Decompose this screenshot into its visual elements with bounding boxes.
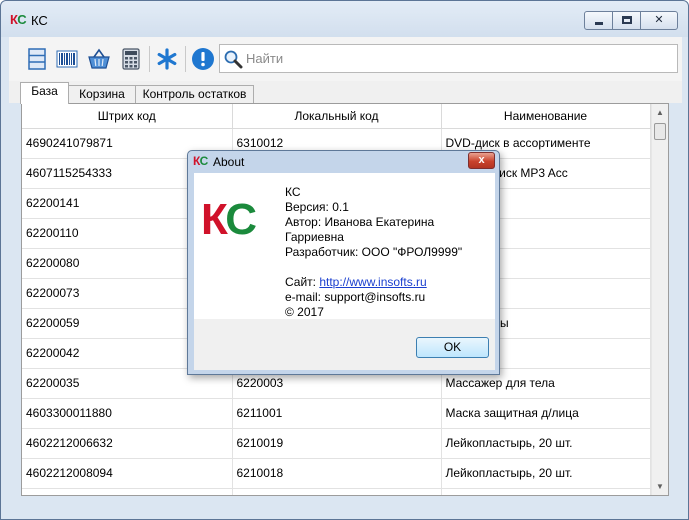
ok-button[interactable]: OK — [416, 337, 489, 358]
calculator-icon[interactable] — [119, 47, 143, 71]
cell-name[interactable]: Лейкопластырь, 20 шт. — [441, 428, 651, 459]
cell-local-code[interactable]: 6210018 — [232, 458, 442, 489]
maximize-icon — [622, 16, 632, 24]
barcode-icon[interactable] — [55, 47, 79, 71]
cell-barcode[interactable]: 4603300011880 — [22, 398, 233, 429]
about-version: Версия: 0.1 — [285, 200, 349, 214]
company-logo: КС — [201, 195, 257, 244]
app-logo-icon: КС — [10, 12, 27, 27]
search-icon — [224, 50, 243, 69]
cell-name[interactable]: Маска защитная д/лица — [441, 398, 651, 429]
cell-barcode[interactable]: 4602212008094 — [22, 458, 233, 489]
about-footer: OK — [194, 319, 495, 370]
title-bar[interactable]: КС КС ✕ — [1, 1, 688, 37]
about-developer: Разработчик: ООО "ФРОЛ9999" — [285, 245, 463, 259]
site-label: Сайт: — [285, 275, 320, 289]
cell-barcode[interactable] — [22, 488, 233, 495]
column-header-name[interactable]: Наименование — [441, 104, 651, 129]
cell-local-code[interactable]: 6210019 — [232, 428, 442, 459]
about-title: About — [213, 155, 245, 169]
close-button[interactable]: ✕ — [640, 11, 678, 30]
about-author: Автор: Иванова Екатерина Гарриевна — [285, 215, 435, 244]
info-icon[interactable] — [191, 47, 215, 71]
tab-baza[interactable]: База — [20, 82, 69, 104]
tab-kontrol-ostatkov[interactable]: Контроль остатков — [135, 85, 254, 104]
column-header-barcode[interactable]: Штрих код — [22, 104, 233, 129]
about-logo-icon: КС — [193, 154, 208, 168]
vertical-scrollbar[interactable]: ▲ ▼ — [651, 104, 668, 495]
cell-local-code[interactable]: 6211001 — [232, 398, 442, 429]
cell-local-code[interactable] — [232, 488, 442, 495]
minimize-icon — [595, 22, 603, 25]
table-layout-icon[interactable] — [25, 47, 49, 71]
table-row[interactable] — [22, 488, 651, 495]
minimize-button[interactable] — [584, 11, 613, 30]
table-row[interactable]: 4602212008094 6210018 Лейкопластырь, 20 шт… — [22, 458, 651, 489]
table-row[interactable]: 4603300011880 6211001 Маска защитная д/лиц… — [22, 398, 651, 429]
tab-korzina[interactable]: Корзина — [68, 85, 136, 104]
about-dialog: КС About x КС КС Версия: 0.1 Автор: Иван… — [187, 150, 500, 375]
cell-barcode[interactable]: 4602212006632 — [22, 428, 233, 459]
window-title: КС — [31, 13, 48, 28]
site-link[interactable]: http://www.insofts.ru — [319, 275, 426, 289]
search-input[interactable] — [246, 45, 666, 72]
about-copyright: © 2017 — [285, 305, 324, 319]
scroll-up-icon[interactable]: ▲ — [652, 104, 668, 121]
about-info: КС Версия: 0.1 Автор: Иванова Екатерина … — [285, 185, 495, 320]
basket-icon[interactable] — [87, 47, 111, 71]
asterisk-icon[interactable] — [155, 47, 179, 71]
scroll-thumb[interactable] — [654, 123, 666, 140]
table-header-row: Штрих код Локальный код Наименование — [22, 104, 651, 129]
table-row[interactable]: 4602212006632 6210019 Лейкопластырь, 20 шт… — [22, 428, 651, 459]
column-header-local-code[interactable]: Локальный код — [232, 104, 442, 129]
toolbar-separator — [149, 46, 150, 72]
close-icon: x — [478, 154, 485, 166]
about-title-bar[interactable]: КС About x — [188, 151, 499, 173]
about-site: Сайт: http://www.insofts.ru — [285, 275, 495, 290]
cell-name[interactable] — [441, 488, 651, 495]
toolbar-separator — [185, 46, 186, 72]
about-body: КС КС Версия: 0.1 Автор: Иванова Екатери… — [194, 173, 495, 319]
toolbar — [9, 37, 682, 81]
cell-name[interactable]: Лейкопластырь, 20 шт. — [441, 458, 651, 489]
search-box — [219, 44, 678, 73]
maximize-button[interactable] — [612, 11, 641, 30]
scroll-down-icon[interactable]: ▼ — [652, 478, 668, 495]
about-email: e-mail: support@insofts.ru — [285, 290, 426, 304]
about-close-button[interactable]: x — [468, 152, 495, 169]
close-icon: ✕ — [654, 14, 664, 26]
about-app-name: КС — [285, 185, 301, 199]
tab-bar: База Корзина Контроль остатков — [9, 81, 682, 104]
